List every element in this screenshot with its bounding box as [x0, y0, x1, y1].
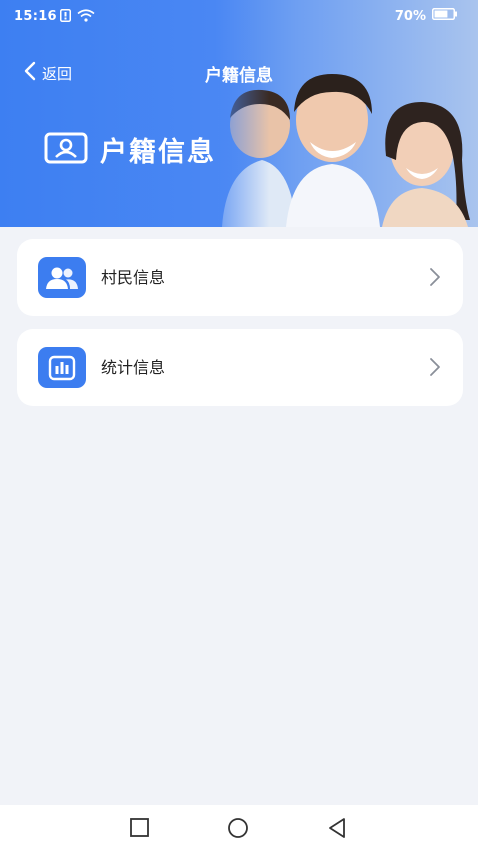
notification-icon [60, 9, 71, 26]
menu-item-label: 统计信息 [101, 358, 166, 377]
people-icon [38, 257, 86, 298]
system-nav-bar [0, 805, 478, 850]
battery-percent: 70% [394, 8, 426, 24]
header-banner: 15:16 70% 返回 户籍信息 户籍信息 [0, 0, 478, 227]
recent-apps-button[interactable] [129, 817, 150, 842]
status-bar: 15:16 70% [0, 0, 478, 34]
page-title: 户籍信息 [205, 66, 273, 86]
id-card-icon [44, 132, 88, 168]
hero-heading: 户籍信息 [44, 130, 216, 169]
status-time: 15:16 [14, 9, 57, 24]
home-button[interactable] [227, 817, 249, 843]
chevron-right-icon [429, 267, 441, 291]
chevron-right-icon [429, 357, 441, 381]
nav-bar: 返回 户籍信息 [0, 55, 478, 91]
back-nav-button[interactable] [327, 817, 347, 843]
wifi-icon [77, 9, 95, 26]
menu-item-statistics-info[interactable]: 统计信息 [17, 329, 463, 406]
battery-icon [432, 8, 458, 24]
menu-item-label: 村民信息 [101, 268, 166, 287]
bar-chart-icon [38, 347, 86, 388]
menu-item-villager-info[interactable]: 村民信息 [17, 239, 463, 316]
hero-title: 户籍信息 [100, 137, 216, 168]
